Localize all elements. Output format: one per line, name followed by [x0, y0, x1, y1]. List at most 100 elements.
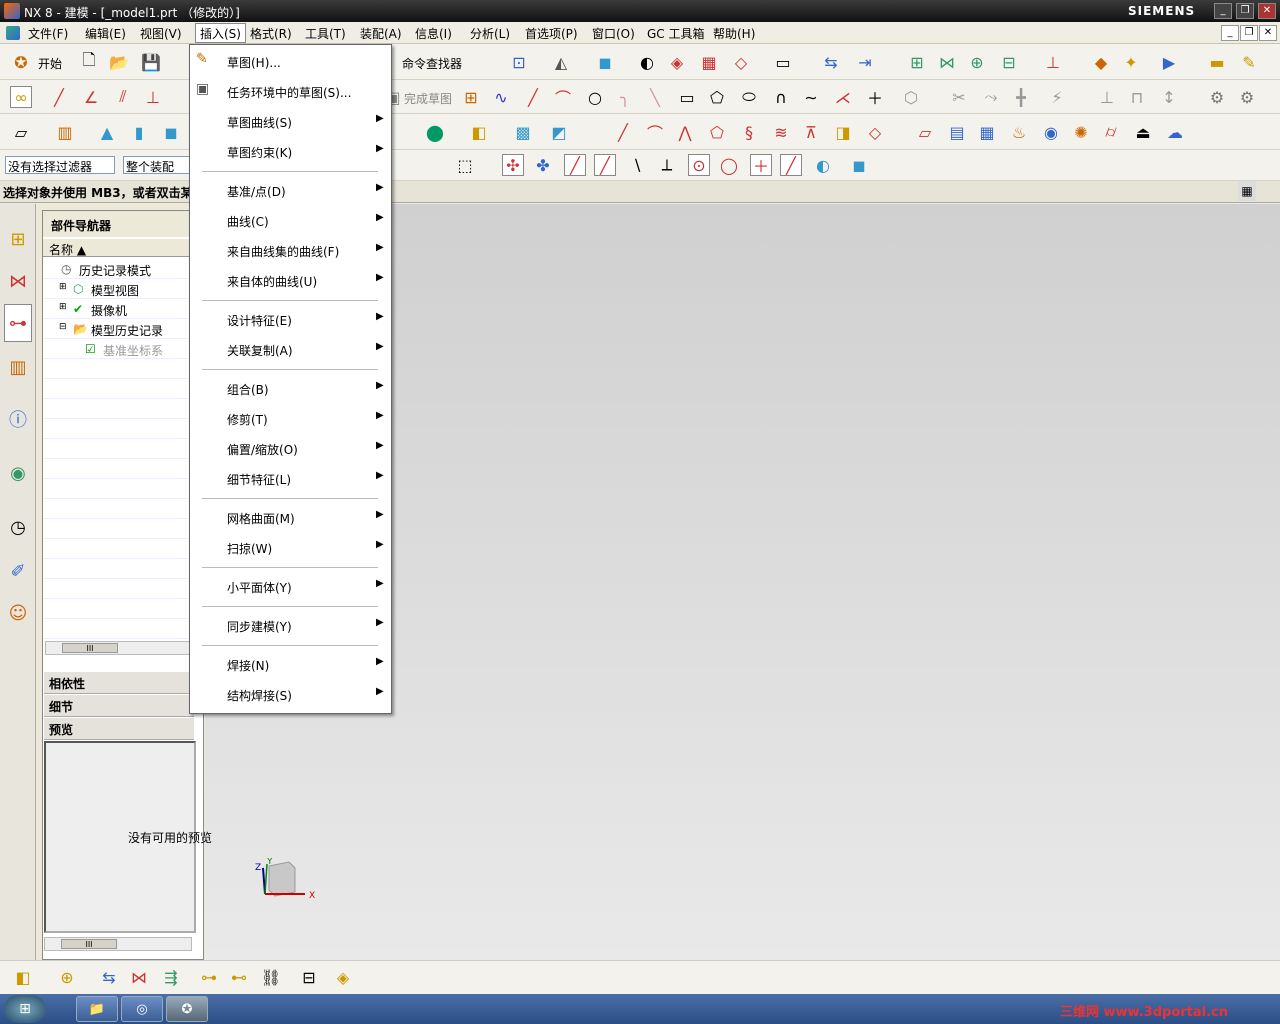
intersection-icon[interactable]: ⟂	[656, 154, 678, 176]
ruler-icon[interactable]: ▬	[1206, 51, 1228, 73]
insert-menu-item-19[interactable]: 扫掠(W) ▶	[190, 533, 390, 561]
bridge-icon[interactable]: ⌭	[1100, 121, 1122, 143]
tree-row[interactable]: ◷ 历史记录模式	[43, 259, 189, 279]
restore-button[interactable]: ❐	[1236, 3, 1254, 19]
ellipse-icon[interactable]: ⬭	[738, 86, 760, 108]
part-navigator-tab[interactable]: ⊶	[4, 304, 32, 342]
fit-view-icon[interactable]: ⊡	[508, 51, 530, 73]
preview-scroll-thumb[interactable]: III	[61, 939, 117, 949]
offset-curve-icon[interactable]: ⋌	[832, 86, 854, 108]
cylinder-icon[interactable]: ▮	[128, 121, 150, 143]
point-on-face-icon[interactable]: ◐	[812, 154, 834, 176]
menu-item-2[interactable]: 视图(V)	[140, 25, 182, 42]
insert-menu-item-1[interactable]: ▣ 任务环境中的草图(S)...	[190, 77, 390, 105]
trim-sheet-icon[interactable]: ⏏	[1132, 121, 1154, 143]
perpendicular-icon[interactable]: ⊥	[142, 86, 164, 108]
analysis-icon[interactable]: ✦	[1120, 51, 1142, 73]
point-icon[interactable]: ＋	[864, 86, 886, 108]
assembly-navigator-tab[interactable]: ⊞	[4, 220, 32, 258]
angle-icon[interactable]: ∠	[80, 86, 102, 108]
surface-icon[interactable]: ▱	[914, 121, 936, 143]
arc-center-icon[interactable]: ⊙	[688, 154, 710, 176]
menu-item-9[interactable]: 首选项(P)	[525, 25, 578, 42]
polygon-icon[interactable]: ⬠	[706, 86, 728, 108]
spline-icon[interactable]: ∼	[800, 86, 822, 108]
insert-menu-item-0[interactable]: ✎ 草图(H)...	[190, 47, 390, 75]
windows-start-button[interactable]: ⊞	[4, 995, 46, 1023]
layer-icon[interactable]: ⇆	[820, 51, 842, 73]
tree-row[interactable]: ☑ 基准坐标系	[43, 339, 189, 359]
menu-item-5[interactable]: 工具(T)	[305, 25, 346, 42]
pencil-icon[interactable]: ✎	[1238, 51, 1260, 73]
save-icon[interactable]: 💾	[140, 51, 162, 73]
snap-points-icon[interactable]: ✣	[502, 154, 524, 176]
menu-item-1[interactable]: 编辑(E)	[85, 25, 126, 42]
tree-row[interactable]: ⊞ ✔ 摄像机	[43, 299, 189, 319]
chrome-taskbar-button[interactable]: ◎	[121, 996, 163, 1022]
start-button-label[interactable]: 开始	[38, 55, 62, 72]
insert-menu-item-8[interactable]: 来自体的曲线(U) ▶	[190, 266, 390, 294]
helix-icon[interactable]: §	[738, 121, 760, 143]
close-button[interactable]: ✕	[1258, 3, 1276, 19]
curve-arc-icon[interactable]: ⌒	[644, 121, 666, 143]
datum-plane-icon[interactable]: ⬤	[424, 121, 446, 143]
make-corner-icon[interactable]: ╋	[1010, 86, 1032, 108]
scope-dropdown[interactable]: 整个装配	[123, 156, 191, 174]
constraint-navigator-tab[interactable]: ⋈	[4, 262, 32, 300]
control-point-icon[interactable]: ∖	[626, 154, 648, 176]
menu-item-3[interactable]: 插入(S)	[195, 23, 246, 43]
wrap-icon[interactable]: ◇	[864, 121, 886, 143]
doc-restore-button[interactable]: ❐	[1240, 25, 1258, 41]
sketch-line-icon[interactable]: ╱	[522, 86, 544, 108]
cone-icon[interactable]: ▲	[96, 121, 118, 143]
midpoint-icon[interactable]: ╱	[594, 154, 616, 176]
rectangle-icon[interactable]: ▭	[676, 86, 698, 108]
process-studio-tab[interactable]: ✐	[4, 552, 32, 590]
insert-menu-item-11[interactable]: 关联复制(A) ▶	[190, 335, 390, 363]
insert-menu-item-16[interactable]: 细节特征(L) ▶	[190, 464, 390, 492]
boss-icon[interactable]: ▩	[512, 121, 534, 143]
constraint-icon[interactable]: ⋈	[936, 51, 958, 73]
array-icon[interactable]: ⊟	[998, 51, 1020, 73]
insert-menu-item-5[interactable]: 基准/点(D) ▶	[190, 176, 390, 204]
navigator-hscroll[interactable]: III	[45, 641, 190, 655]
display-constraints-icon[interactable]: ⚙	[1206, 86, 1228, 108]
menu-item-8[interactable]: 分析(L)	[470, 25, 510, 42]
insert-menu-item-13[interactable]: 组合(B) ▶	[190, 374, 390, 402]
conic-icon[interactable]: ∩	[770, 86, 792, 108]
link-icon[interactable]: ⛓	[260, 966, 282, 988]
parallel-icon[interactable]: ⫽	[112, 86, 134, 108]
scroll-thumb[interactable]: III	[62, 643, 118, 653]
menu-item-0[interactable]: 文件(F)	[28, 25, 68, 42]
extrude-icon[interactable]: ▥	[54, 121, 76, 143]
menu-item-6[interactable]: 装配(A)	[360, 25, 402, 42]
expand-toggle-icon[interactable]: ⊞	[59, 302, 67, 312]
status-icon[interactable]: ▦	[1238, 181, 1256, 201]
cube-view-icon[interactable]: ◼	[594, 51, 616, 73]
selection-filter-dropdown[interactable]: 没有选择过滤器	[5, 156, 115, 174]
endpoint-icon[interactable]: ╱	[564, 154, 586, 176]
dependencies-section[interactable]: 相依性	[44, 672, 194, 694]
doc-close-button[interactable]: ✕	[1259, 25, 1277, 41]
constraints-icon[interactable]: ⚡	[1046, 86, 1068, 108]
add-component-icon[interactable]: ⊕	[56, 966, 78, 988]
n-sided-icon[interactable]: ✺	[1070, 121, 1092, 143]
wireframe-icon[interactable]: ▦	[698, 51, 720, 73]
finish-sketch-label[interactable]: 完成草图	[404, 90, 452, 107]
insert-menu-item-25[interactable]: 焊接(N) ▶	[190, 650, 390, 678]
circle-icon[interactable]: ○	[584, 86, 606, 108]
block-icon[interactable]: ◼	[160, 121, 182, 143]
menu-item-4[interactable]: 格式(R)	[250, 25, 292, 42]
roles-tab[interactable]: ☺	[4, 594, 32, 632]
menu-item-10[interactable]: 窗口(O)	[592, 25, 635, 42]
preview-hscroll[interactable]: III	[44, 937, 192, 951]
insert-menu-item-10[interactable]: 设计特征(E) ▶	[190, 305, 390, 333]
reuse-library-tab[interactable]: ▥	[4, 348, 32, 386]
point-snap-icon[interactable]: ✤	[532, 154, 554, 176]
through-curves-icon[interactable]: ▤	[946, 121, 968, 143]
mesh-icon[interactable]: ▦	[976, 121, 998, 143]
play-icon[interactable]: ▶	[1158, 51, 1180, 73]
wave-icon[interactable]: ⊷	[228, 966, 250, 988]
hole-icon[interactable]: ◧	[468, 121, 490, 143]
doc-minimize-button[interactable]: _	[1221, 25, 1239, 41]
